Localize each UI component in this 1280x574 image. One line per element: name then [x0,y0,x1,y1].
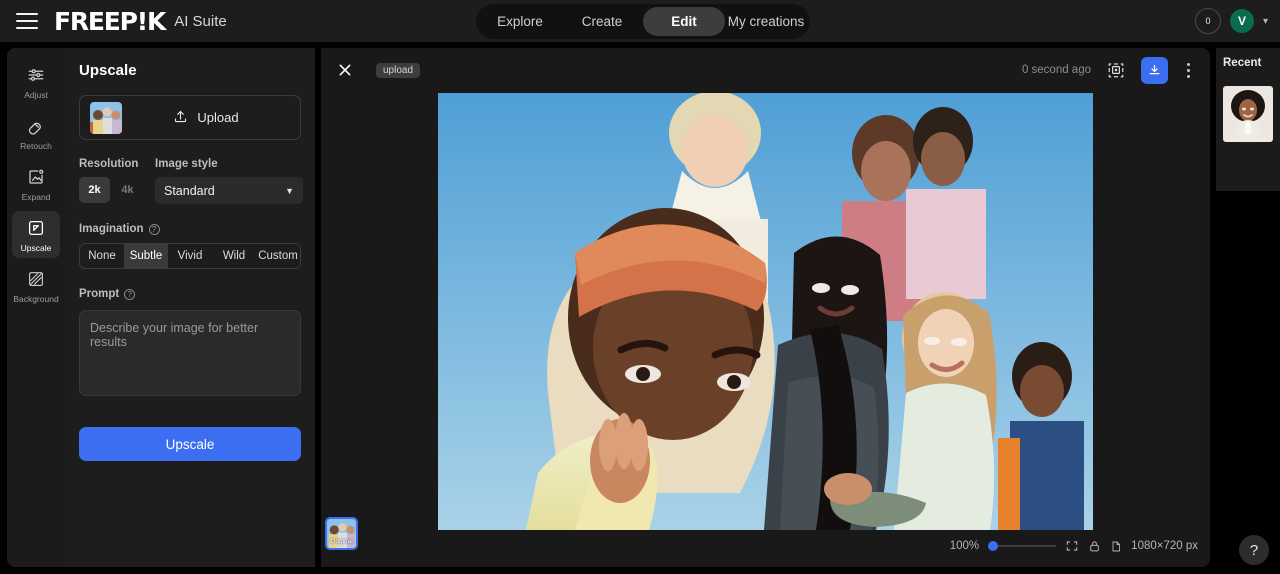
page-title: Upscale [79,62,137,79]
avatar[interactable]: V [1229,9,1254,33]
tab-explore[interactable]: Explore [479,7,561,36]
timestamp: 0 second ago [1021,64,1091,76]
imagination-none-button[interactable]: None [80,244,124,268]
canvas-area: upload 0 second ago Original 100% 1080×7… [321,48,1210,567]
upscale-button[interactable]: Upscale [79,427,301,461]
sidebar-label-retouch: Retouch [20,141,52,151]
chevron-down-icon: ▼ [285,185,294,196]
brand-suite-label: AI Suite [174,12,227,30]
sidebar-item-retouch[interactable]: Retouch [12,109,60,156]
top-bar: FREEP!K AI Suite Explore Create Edit My … [0,0,1280,42]
upload-dropzone[interactable]: Upload [79,95,301,140]
page-icon [1110,540,1122,553]
canvas-toolbar: upload 0 second ago [321,48,1210,92]
sidebar-label-upscale: Upscale [20,243,52,253]
close-icon[interactable] [333,58,357,82]
zoom-slider-track [988,545,1057,547]
sidebar-label-background: Background [13,294,59,304]
image-style-select[interactable]: Standard ▼ [155,177,303,204]
top-bar-right: 0 V ▾ [1194,0,1268,42]
prompt-input[interactable] [79,310,301,396]
sidebar-item-upscale[interactable]: Upscale [12,211,60,258]
upload-icon [173,109,188,127]
app-root: FREEP!K AI Suite Explore Create Edit My … [0,0,1280,574]
hatch-square-icon [12,269,60,289]
uploaded-image-thumbnail[interactable] [90,101,122,134]
sidebar-label-adjust: Adjust [24,90,48,100]
hamburger-icon[interactable] [16,13,38,29]
main-nav: Explore Create Edit My creations [476,4,810,39]
tab-create[interactable]: Create [561,7,643,36]
imagination-header: Imagination ? [79,223,301,235]
tab-edit[interactable]: Edit [643,7,725,36]
help-circle-icon[interactable]: ? [124,288,136,300]
original-thumbnail[interactable]: Original [325,517,358,550]
image-style-value: Standard [164,183,215,198]
resolution-group: Resolution 2k 4k [79,158,143,204]
tab-my-creations[interactable]: My creations [725,7,807,36]
imagination-group: Imagination ? None Subtle Vivid Wild Cus… [79,223,301,269]
zoom-slider[interactable] [988,539,1057,553]
canvas-status-bar: 100% 1080×720 px [950,533,1198,559]
resolution-2k-button[interactable]: 2k [79,177,110,203]
imagination-label: Imagination [79,223,144,235]
credits-badge[interactable]: 0 [1194,8,1221,34]
original-caption: Original [330,538,353,545]
prompt-label: Prompt [79,288,120,300]
recent-panel: Recent [1216,48,1280,567]
preview-image[interactable] [438,93,1093,530]
sidebar-item-expand[interactable]: Expand [12,160,60,207]
sidebar-item-adjust[interactable]: Adjust [12,58,60,105]
expand-frame-icon [12,167,60,187]
recent-list [1216,78,1280,191]
image-style-group: Image style Standard ▼ [155,158,303,204]
image-dimensions: 1080×720 px [1131,540,1198,552]
imagination-wild-button[interactable]: Wild [212,244,256,268]
eraser-icon [12,116,60,136]
help-button[interactable]: ? [1239,535,1269,565]
kebab-menu-icon[interactable] [1178,62,1198,78]
zoom-level: 100% [949,540,980,552]
resolution-style-row: Resolution 2k 4k Image style Standard ▼ [79,158,303,204]
resolution-4k-button[interactable]: 4k [112,177,143,203]
download-button[interactable] [1141,56,1168,84]
image-stage[interactable] [438,93,1093,530]
imagination-vivid-button[interactable]: Vivid [168,244,212,268]
upload-label: Upload [197,110,239,125]
sidebar-label-expand: Expand [21,192,51,202]
sidebar-item-background[interactable]: Background [12,262,60,309]
fit-screen-icon[interactable] [1065,539,1079,553]
imagination-custom-button[interactable]: Custom [256,244,300,268]
sliders-icon [12,65,60,85]
chevron-down-icon[interactable]: ▾ [1263,16,1268,27]
prompt-group: Prompt ? [79,288,301,401]
tool-panel: Upscale Upload Resolution 2k 4k Image st… [65,48,315,567]
resolution-label: Resolution [79,158,139,170]
image-style-label: Image style [155,158,218,170]
recent-thumbnail[interactable] [1223,86,1273,142]
recent-title: Recent [1216,48,1280,78]
brand-logo[interactable]: FREEP!K [54,7,166,36]
imagination-segmented: None Subtle Vivid Wild Custom [79,243,301,269]
upscale-arrows-icon [12,218,60,238]
zoom-slider-knob[interactable] [988,541,999,551]
compare-frame-icon[interactable] [1103,57,1129,83]
source-chip[interactable]: upload [376,62,421,78]
tool-rail: Adjust Retouch Expand Upscale Background [7,48,65,567]
prompt-header: Prompt ? [79,288,301,300]
imagination-subtle-button[interactable]: Subtle [124,244,168,268]
upload-button[interactable]: Upload [122,109,290,127]
help-circle-icon[interactable]: ? [148,223,160,235]
resolution-segmented: 2k 4k [79,177,143,203]
lock-icon[interactable] [1088,540,1101,553]
